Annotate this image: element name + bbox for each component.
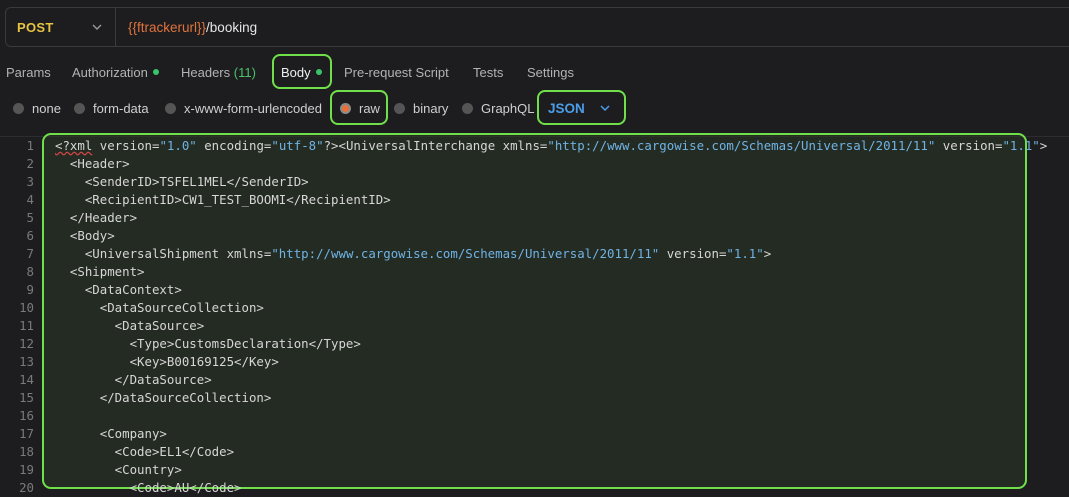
method-dropdown[interactable]: POST	[6, 8, 116, 46]
code-line: <?xml version="1.0" encoding="utf-8"?><U…	[55, 138, 1048, 153]
radio-circle	[74, 102, 85, 114]
radio-label: form-data	[93, 100, 149, 116]
tab-authorization[interactable]: Authorization	[72, 54, 159, 90]
line-number: 18	[19, 444, 34, 459]
format-label: JSON	[548, 100, 585, 116]
code-line: </Header>	[55, 210, 138, 225]
code-line: </DataSourceCollection>	[55, 390, 272, 405]
headers-count: (11)	[233, 64, 256, 80]
code-line: <Key>B00169125</Key>	[55, 354, 279, 369]
code-line: <DataSourceCollection>	[55, 300, 264, 315]
radio-raw[interactable]: raw	[340, 90, 380, 126]
tab-params[interactable]: Params	[6, 54, 51, 90]
body-type-row: none form-data x-www-form-urlencoded raw…	[0, 90, 1069, 126]
tab-label: Body	[281, 64, 311, 80]
tab-label: Params	[6, 64, 51, 80]
radio-none[interactable]: none	[13, 90, 61, 126]
line-number: 9	[26, 282, 34, 297]
line-number: 11	[19, 318, 34, 333]
line-number: 20	[19, 480, 34, 495]
code-line: <Code>AU</Code>	[55, 480, 242, 495]
radio-circle	[13, 102, 24, 114]
line-number: 10	[19, 300, 34, 315]
line-number: 14	[19, 372, 34, 387]
radio-graphql[interactable]: GraphQL	[462, 90, 534, 126]
code-line: </DataSource>	[55, 372, 212, 387]
line-number-gutter: 1 2 3 4 5 6 7 8 9 10 11 12 13 14 15 16 17 18 19 20	[0, 137, 42, 497]
url-path: /booking	[206, 19, 258, 35]
status-dot	[315, 69, 322, 75]
tab-headers[interactable]: Headers (11)	[181, 54, 256, 90]
tab-body[interactable]: Body	[281, 54, 322, 90]
line-number: 15	[19, 390, 34, 405]
radio-circle	[394, 102, 405, 114]
line-number: 13	[19, 354, 34, 369]
tab-label: Headers	[181, 64, 231, 80]
tab-pre-request-script[interactable]: Pre-request Script	[344, 54, 449, 90]
chevron-down-icon	[92, 24, 102, 30]
format-dropdown[interactable]: JSON	[548, 90, 611, 126]
code-line: <Country>	[55, 462, 182, 477]
code-line: <Code>EL1</Code>	[55, 444, 235, 459]
line-number: 8	[26, 264, 34, 279]
tab-label: Pre-request Script	[344, 64, 449, 80]
line-number: 3	[26, 174, 34, 189]
line-number: 6	[26, 228, 34, 243]
status-dot	[152, 69, 159, 75]
code-line: <Company>	[55, 426, 167, 441]
line-number: 12	[19, 336, 34, 351]
line-number: 4	[26, 192, 34, 207]
radio-label: GraphQL	[481, 100, 535, 116]
tab-label: Tests	[473, 64, 504, 80]
line-number: 5	[26, 210, 34, 225]
code-line: <DataContext>	[55, 282, 182, 297]
code-line: <Shipment>	[55, 264, 145, 279]
code-line: <SenderID>TSFEL1MEL</SenderID>	[55, 174, 309, 189]
code-line: <Type>CustomsDeclaration</Type>	[55, 336, 361, 351]
tab-tests[interactable]: Tests	[473, 54, 503, 90]
radio-circle	[462, 102, 473, 114]
url-input[interactable]: {{ftrackerurl}}/booking	[116, 20, 257, 35]
code-line: <DataSource>	[55, 318, 205, 333]
line-number: 1	[26, 138, 34, 153]
url-bar: POST {{ftrackerurl}}/booking	[5, 7, 1069, 47]
method-label: POST	[17, 19, 54, 35]
radio-circle	[165, 102, 176, 114]
line-number: 17	[19, 426, 34, 441]
radio-binary[interactable]: binary	[394, 90, 448, 126]
line-number: 16	[19, 408, 34, 423]
radio-x-www-form-urlencoded[interactable]: x-www-form-urlencoded	[165, 90, 322, 126]
line-number: 2	[26, 156, 34, 171]
tab-label: Authorization	[72, 64, 148, 80]
url-variable: {{ftrackerurl}}	[128, 19, 207, 35]
chevron-down-icon	[600, 105, 610, 112]
radio-circle	[340, 102, 351, 114]
tab-label: Settings	[527, 64, 574, 80]
code-content[interactable]: <?xml version="1.0" encoding="utf-8"?><U…	[55, 137, 1069, 497]
radio-form-data[interactable]: form-data	[74, 90, 149, 126]
code-line: <UniversalShipment xmlns="http://www.car…	[55, 246, 772, 261]
line-number: 7	[26, 246, 34, 261]
radio-label: raw	[359, 100, 380, 116]
radio-label: none	[32, 100, 61, 116]
code-line: <Body>	[55, 228, 115, 243]
code-line: <RecipientID>CW1_TEST_BOOMI</RecipientID…	[55, 192, 391, 207]
tab-settings[interactable]: Settings	[527, 54, 574, 90]
line-number: 19	[19, 462, 34, 477]
radio-label: x-www-form-urlencoded	[184, 100, 322, 116]
radio-label: binary	[413, 100, 449, 116]
code-line: <Header>	[55, 156, 130, 171]
code-editor[interactable]: 1 2 3 4 5 6 7 8 9 10 11 12 13 14 15 16 17 18 19 20 <?xml ve…	[0, 133, 1069, 497]
